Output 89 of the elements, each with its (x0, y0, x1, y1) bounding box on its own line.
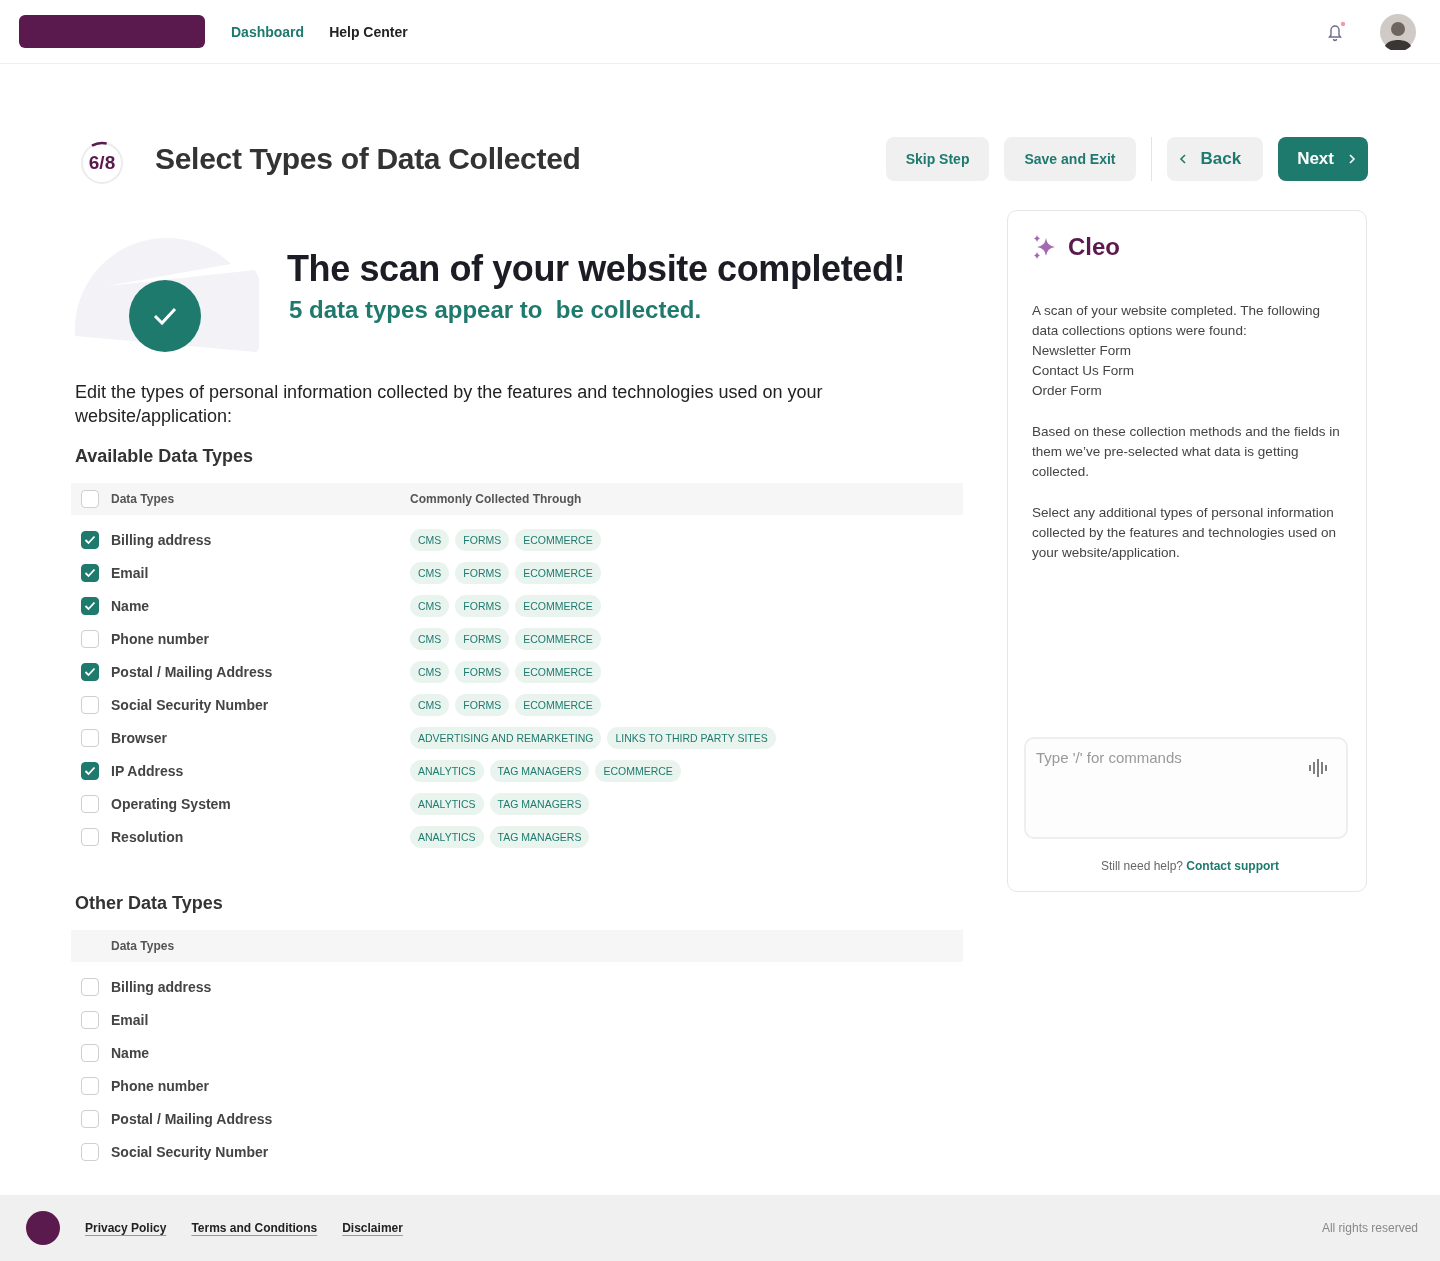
data-type-label: Social Security Number (111, 696, 270, 713)
tag: FORMS (455, 528, 510, 551)
checkbox[interactable] (81, 596, 99, 615)
contact-support-link[interactable]: Contact support (1186, 859, 1280, 873)
tag: ECOMMERCE (515, 528, 601, 551)
checkbox[interactable] (81, 761, 99, 780)
data-type-label: Billing address (111, 978, 212, 995)
data-type-label: Postal / Mailing Address (111, 663, 274, 680)
tag: CMS (410, 561, 450, 584)
tag: FORMS (455, 693, 510, 716)
data-type-label: Billing address (111, 531, 213, 548)
data-type-label: Name (111, 1044, 150, 1061)
tag: CMS (410, 660, 450, 683)
copyright-text: All rights reserved (1321, 1221, 1418, 1235)
tag: ECOMMERCE (515, 594, 601, 617)
tag: ECOMMERCE (515, 693, 601, 716)
message-text: Contact Us Form (1032, 362, 1136, 380)
back-button[interactable]: Back (1166, 137, 1264, 181)
tag: FORMS (455, 660, 510, 683)
tag: ANALYTICS (410, 759, 484, 782)
logo[interactable] (19, 15, 205, 48)
data-type-label: Resolution (111, 828, 185, 845)
checkbox[interactable] (81, 563, 99, 582)
section-title: Other Data Types (75, 893, 224, 914)
help-text: Still need help? Contact support (1099, 859, 1281, 873)
column-header: Data Types (111, 939, 176, 953)
message-text: Select any additional types of personal information collected by the features and technologies used on your website/application. (1032, 504, 1337, 562)
avatar[interactable] (1380, 13, 1416, 50)
tag: CMS (410, 627, 450, 650)
chevron-right-icon (1348, 154, 1356, 164)
check-icon (84, 534, 96, 545)
tag: ECOMMERCE (515, 660, 601, 683)
page-title: Select Types of Data Collected (155, 142, 581, 176)
section-title: Available Data Types (75, 446, 255, 467)
message-text: Order Form (1032, 382, 1103, 400)
data-type-label: Operating System (111, 795, 232, 812)
data-type-label: Social Security Number (111, 1143, 269, 1160)
column-header: Data Types (111, 492, 176, 506)
tag: ANALYTICS (410, 792, 484, 815)
tag: FORMS (455, 561, 510, 584)
footer-link[interactable]: Disclaimer (342, 1221, 403, 1235)
voice-icon[interactable] (1308, 758, 1330, 778)
checkbox[interactable] (81, 662, 99, 681)
intro-text: Edit the types of personal information collected by the features and technologies used on your website/application: (75, 381, 824, 428)
assistant-name: Cleo (1068, 233, 1120, 261)
tag: ECOMMERCE (595, 759, 681, 782)
tag: FORMS (455, 627, 510, 650)
tag: TAG MANAGERS (489, 825, 590, 848)
column-header: Commonly Collected Through (410, 492, 582, 506)
next-button[interactable]: Next (1278, 137, 1368, 181)
tag: ECOMMERCE (515, 627, 601, 650)
tag: LINKS TO THIRD PARTY SITES (607, 726, 776, 749)
check-icon (84, 600, 96, 611)
footer-link[interactable]: Terms and Conditions (191, 1221, 318, 1235)
tag: FORMS (455, 594, 510, 617)
data-type-label: IP Address (111, 762, 185, 779)
checkbox[interactable] (81, 530, 99, 549)
command-input[interactable]: Type '/' for commands (1024, 737, 1348, 839)
data-type-label: Phone number (111, 630, 210, 647)
tag: ADVERTISING AND REMARKETING (410, 726, 602, 749)
tag: ANALYTICS (410, 825, 484, 848)
message-text: Newsletter Form (1032, 342, 1132, 360)
message-text: A scan of your website completed. The following data collections options were found: (1032, 302, 1321, 340)
data-type-label: Email (111, 1011, 149, 1028)
bell-icon[interactable] (1326, 20, 1346, 43)
chevron-left-icon (1178, 154, 1187, 164)
action-button[interactable]: Skip Step (885, 137, 990, 181)
action-button[interactable]: Save and Exit (1004, 137, 1136, 181)
data-type-label: Email (111, 564, 150, 581)
data-type-label: Phone number (111, 1077, 209, 1094)
check-icon (84, 666, 96, 677)
footer-logo (26, 1211, 60, 1245)
message-text: Based on these collection methods and the fields in them we’ve pre-selected what data is getting collected. (1032, 423, 1341, 481)
nav-link[interactable]: Help Center (329, 23, 408, 40)
data-type-label: Postal / Mailing Address (111, 1110, 273, 1127)
scan-heading: The scan of your website completed! (287, 248, 906, 290)
scan-subheading: 5 data types appear to be collected. (289, 296, 703, 324)
tag: TAG MANAGERS (489, 792, 590, 815)
tag: CMS (410, 528, 450, 551)
check-icon (84, 567, 96, 578)
data-type-label: Name (111, 597, 151, 614)
tag: CMS (410, 594, 450, 617)
check-icon (84, 765, 96, 776)
tag: ECOMMERCE (515, 561, 601, 584)
tag: TAG MANAGERS (489, 759, 590, 782)
data-type-label: Browser (111, 729, 169, 746)
footer-link[interactable]: Privacy Policy (85, 1221, 167, 1235)
nav-link[interactable]: Dashboard (231, 23, 305, 40)
tag: CMS (410, 693, 450, 716)
